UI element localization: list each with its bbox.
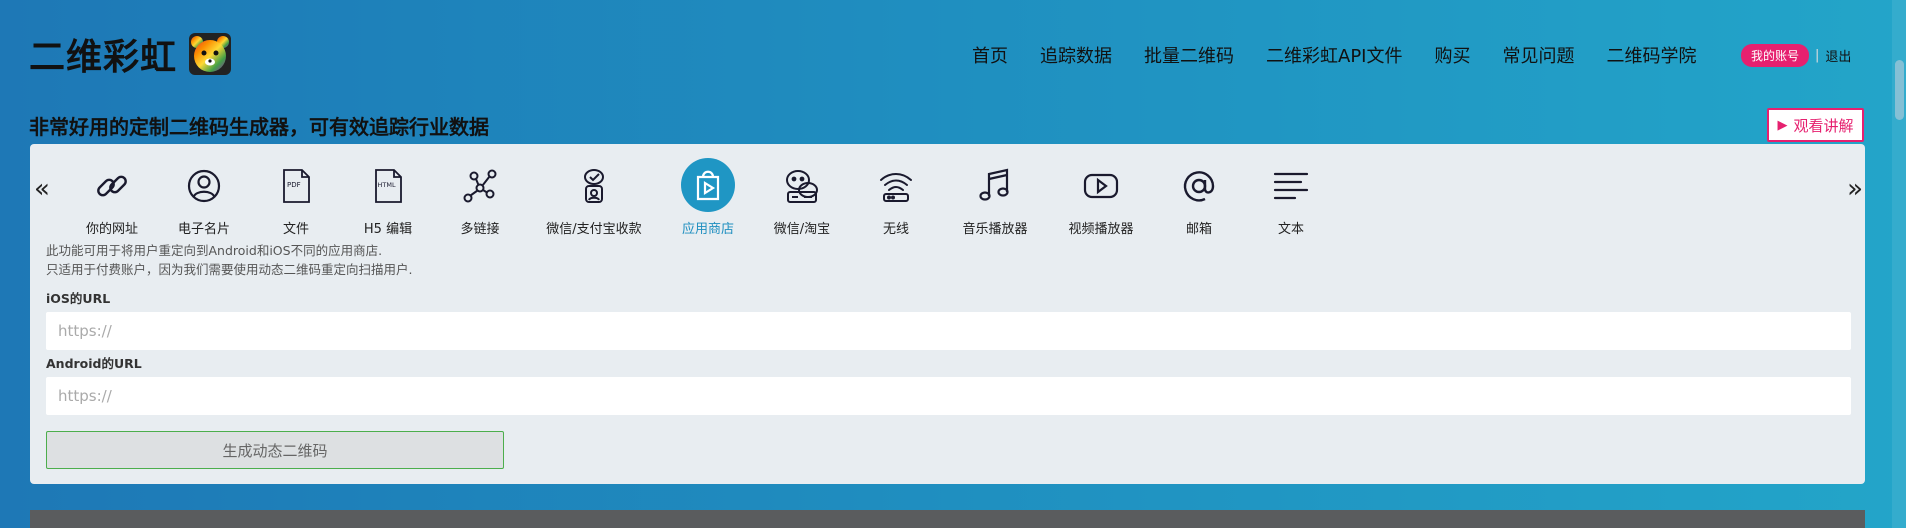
svg-text:HTML: HTML	[378, 181, 396, 189]
play-icon: ▶	[1777, 117, 1788, 133]
nav-home[interactable]: 首页	[972, 42, 1008, 68]
ios-url-input[interactable]	[46, 312, 1851, 350]
music-icon	[969, 160, 1021, 212]
svg-text:PDF: PDF	[287, 181, 301, 189]
android-url-label: Android的URL	[46, 356, 142, 371]
wechat-icon	[776, 160, 828, 212]
type-music[interactable]: 音乐播放器	[940, 144, 1050, 237]
type-video[interactable]: 视频播放器	[1046, 144, 1156, 237]
type-label: 邮箱	[1185, 222, 1212, 237]
payment-icon	[568, 160, 620, 212]
multi-link-icon	[454, 160, 506, 212]
nav-tracking[interactable]: 追踪数据	[1040, 42, 1112, 68]
type-label: 你的网址	[85, 222, 138, 237]
scrollbar-thumb[interactable]	[1895, 60, 1904, 120]
type-text[interactable]: 文本	[1236, 144, 1346, 237]
account-separator: |	[1815, 48, 1820, 63]
user-circle-icon	[178, 160, 230, 212]
feature-description: 此功能可用于将用户重定向到Android和iOS不同的应用商店. 只适用于付费账…	[46, 241, 412, 279]
page-tagline: 非常好用的定制二维码生成器，可有效追踪行业数据	[29, 115, 489, 139]
type-label: H5 编辑	[363, 222, 413, 237]
type-label: 微信/支付宝收款	[546, 222, 642, 237]
link-icon	[86, 160, 138, 212]
generate-dynamic-qr-button[interactable]: 生成动态二维码	[46, 431, 504, 469]
type-label: 微信/淘宝	[773, 222, 831, 237]
nav-api[interactable]: 二维彩虹API文件	[1266, 42, 1402, 68]
preview-area-top	[30, 510, 1865, 528]
nav-buy[interactable]: 购买	[1434, 42, 1470, 68]
description-line: 此功能可用于将用户重定向到Android和iOS不同的应用商店.	[46, 243, 383, 258]
logo-text: 二维彩虹	[29, 37, 178, 78]
type-label: 视频播放器	[1068, 222, 1134, 237]
at-icon	[1173, 160, 1225, 212]
type-label: 电子名片	[177, 222, 230, 237]
app-store-icon	[681, 158, 735, 212]
type-payment[interactable]: 微信/支付宝收款	[539, 144, 649, 237]
carousel-prev-arrow[interactable]: «	[34, 174, 50, 204]
rainbow-bear-logo-icon	[189, 33, 232, 75]
video-icon	[1075, 160, 1127, 212]
main-nav: 首页 追踪数据 批量二维码 二维彩虹API文件 购买 常见问题 二维码学院	[972, 42, 1728, 68]
account-area: 我的账号 | 退出	[1741, 44, 1851, 67]
type-wifi[interactable]: 无线	[841, 144, 951, 237]
generator-panel: « » 你的网址 电子名片 PDF 文件 HTML H5 编辑 多链接 微信/支…	[30, 144, 1865, 484]
text-lines-icon	[1265, 160, 1317, 212]
description-line: 只适用于付费账户，因为我们需要使用动态二维码重定向扫描用户.	[46, 262, 413, 277]
logout-link[interactable]: 退出	[1825, 46, 1851, 65]
watch-tutorial-label: 观看讲解	[1793, 116, 1854, 135]
nav-batch[interactable]: 批量二维码	[1144, 42, 1234, 68]
page-scrollbar[interactable]	[1892, 0, 1906, 528]
type-multilink[interactable]: 多链接	[425, 144, 535, 237]
type-label: 音乐播放器	[962, 222, 1028, 237]
type-label: 无线	[882, 222, 909, 237]
type-label: 多链接	[460, 222, 500, 237]
pdf-file-icon: PDF	[270, 160, 322, 212]
my-account-button[interactable]: 我的账号	[1741, 44, 1810, 67]
android-url-input[interactable]	[46, 377, 1851, 415]
nav-faq[interactable]: 常见问题	[1502, 42, 1574, 68]
carousel-next-arrow[interactable]: »	[1847, 174, 1863, 204]
ios-url-label: iOS的URL	[46, 291, 111, 306]
type-label: 应用商店	[681, 222, 734, 237]
nav-academy[interactable]: 二维码学院	[1606, 42, 1696, 68]
logo[interactable]: 二维彩虹	[29, 28, 233, 80]
wifi-icon	[870, 160, 922, 212]
watch-tutorial-button[interactable]: ▶ 观看讲解	[1767, 108, 1864, 142]
html-file-icon: HTML	[362, 160, 414, 212]
type-label: 文本	[1277, 222, 1304, 237]
type-label: 文件	[282, 222, 309, 237]
